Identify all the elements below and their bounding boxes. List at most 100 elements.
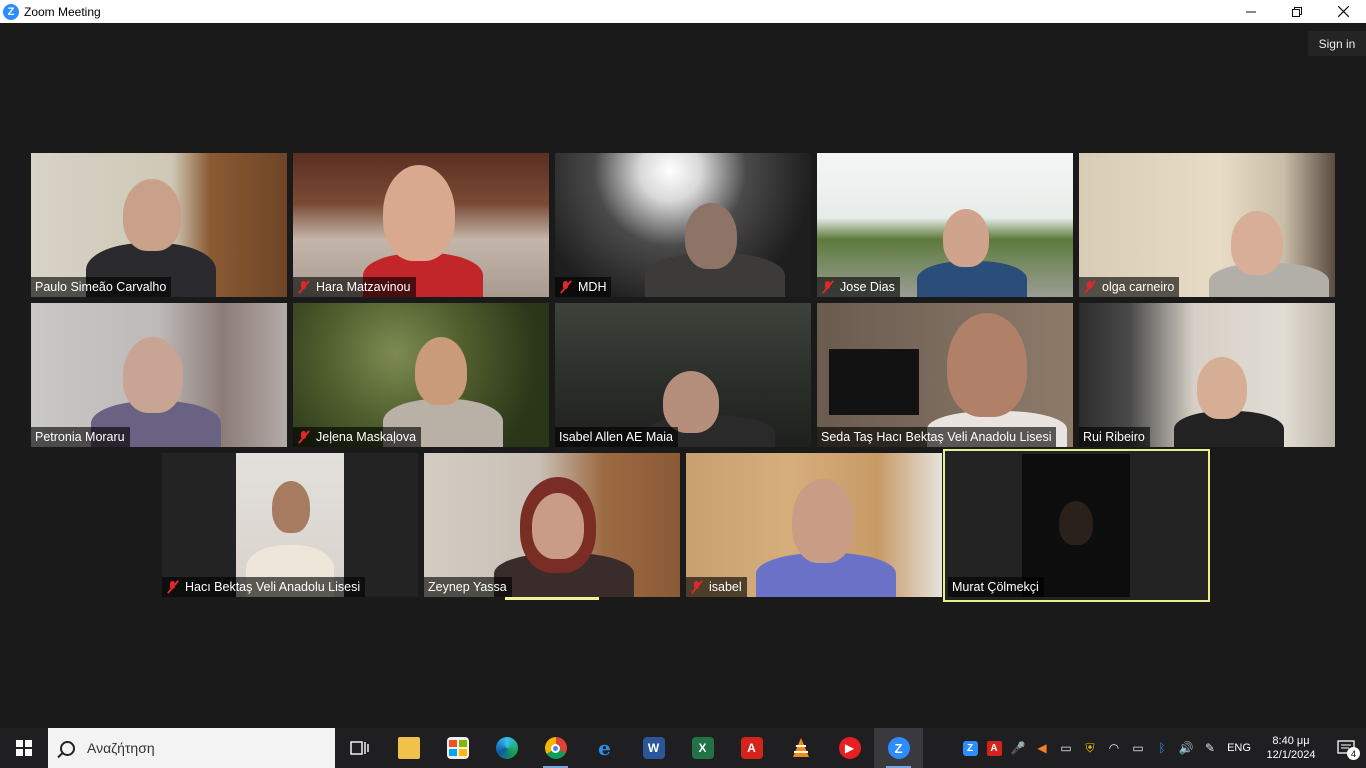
video-tile[interactable]: Jose Dias — [817, 153, 1073, 297]
close-icon — [1337, 6, 1349, 17]
participant-nameplate: isabel — [686, 577, 747, 597]
participant-name: Jose Dias — [840, 280, 895, 294]
system-tray: Z A 🎤 ◀ ▭ ⛨ ◠ ▭ ᛒ 🔊 ✎ ENG 8:40 μμ 12/1/2… — [958, 728, 1366, 768]
restore-icon — [1292, 6, 1302, 17]
acrobat-button[interactable]: A — [727, 728, 776, 768]
title-bar: Z Zoom Meeting — [0, 0, 1366, 23]
participant-nameplate: olga carneiro — [1079, 277, 1180, 297]
start-button[interactable] — [0, 728, 48, 768]
microphone-icon[interactable]: 🎤 — [1006, 728, 1030, 768]
window-controls — [1228, 0, 1366, 23]
video-tile[interactable]: Petronia Moraru — [31, 303, 287, 447]
taskbar: Αναζήτηση e W X A ▶ Z Z A 🎤 ◀ ▭ ⛨ ◠ ▭ ᛒ … — [0, 728, 1366, 768]
display-icon[interactable]: ▭ — [1054, 728, 1078, 768]
participant-name: Isabel Allen AE Maia — [559, 430, 673, 444]
pen-icon[interactable]: ✎ — [1198, 728, 1222, 768]
participant-name: Hara Matzavinou — [316, 280, 411, 294]
muted-mic-icon — [297, 430, 311, 444]
tv-screen — [829, 349, 919, 415]
video-tile[interactable]: MDH — [555, 153, 811, 297]
participant-name: Zeynep Yassa — [428, 580, 507, 594]
vlc-cone-icon — [792, 738, 809, 757]
participant-nameplate: Hacı Bektaş Veli Anadolu Lisesi — [162, 577, 366, 597]
vlc-button[interactable] — [776, 728, 825, 768]
zoom-tray-icon[interactable]: Z — [958, 728, 982, 768]
participant-nameplate: Isabel Allen AE Maia — [555, 427, 678, 447]
video-tile[interactable]: Hara Matzavinou — [293, 153, 549, 297]
muted-mic-icon — [559, 280, 573, 294]
meeting-gallery: Sign in Paulo Simeão Carvalho Hara Matza… — [0, 23, 1366, 728]
clock[interactable]: 8:40 μμ 12/1/2024 — [1256, 734, 1326, 762]
video-tile[interactable]: Hacı Bektaş Veli Anadolu Lisesi — [162, 453, 418, 597]
notification-badge: 4 — [1347, 747, 1360, 760]
excel-button[interactable]: X — [678, 728, 727, 768]
acrobat-icon: A — [740, 737, 763, 759]
participant-name: Seda Taş Hacı Bektaş Veli Anadolu Lisesi — [821, 430, 1052, 444]
participant-nameplate: Paulo Simeão Carvalho — [31, 277, 172, 297]
muted-mic-icon — [1083, 280, 1097, 294]
internet-explorer-button[interactable]: e — [580, 728, 629, 768]
file-explorer-button[interactable] — [384, 728, 433, 768]
edge-browser-button[interactable] — [482, 728, 531, 768]
play-icon: ▶ — [838, 737, 861, 759]
participant-name: isabel — [709, 580, 742, 594]
restore-button[interactable] — [1274, 0, 1320, 23]
speaking-indicator — [505, 597, 599, 600]
sign-in-button[interactable]: Sign in — [1308, 31, 1366, 56]
folder-icon — [397, 737, 420, 759]
microsoft-store-button[interactable] — [433, 728, 482, 768]
youtube-music-button[interactable]: ▶ — [825, 728, 874, 768]
video-tile[interactable]: isabel — [686, 453, 942, 597]
video-tile[interactable]: Isabel Allen AE Maia — [555, 303, 811, 447]
participant-name: Murat Çölmekçi — [952, 580, 1039, 594]
video-tile[interactable]: Rui Ribeiro — [1079, 303, 1335, 447]
chrome-icon — [544, 737, 567, 759]
video-tile[interactable]: Zeynep Yassa — [424, 453, 680, 597]
video-tile[interactable]: Jeļena Maskaļova — [293, 303, 549, 447]
word-button[interactable]: W — [629, 728, 678, 768]
muted-mic-icon — [821, 280, 835, 294]
speaker-warning-icon[interactable]: ◀ — [1030, 728, 1054, 768]
internet-explorer-icon: e — [598, 736, 611, 760]
video-tile[interactable]: Seda Taş Hacı Bektaş Veli Anadolu Lisesi — [817, 303, 1073, 447]
participant-name: Rui Ribeiro — [1083, 430, 1145, 444]
close-button[interactable] — [1320, 0, 1366, 23]
participant-name: Jeļena Maskaļova — [316, 430, 417, 444]
security-shield-icon[interactable]: ⛨ — [1078, 728, 1102, 768]
excel-icon: X — [691, 737, 714, 759]
volume-icon[interactable]: 🔊 — [1174, 728, 1198, 768]
video-tile[interactable]: olga carneiro — [1079, 153, 1335, 297]
bluetooth-icon[interactable]: ᛒ — [1150, 728, 1174, 768]
task-view-button[interactable] — [335, 728, 384, 768]
minimize-button[interactable] — [1228, 0, 1274, 23]
participant-name: Petronia Moraru — [35, 430, 125, 444]
clock-date: 12/1/2024 — [1266, 749, 1316, 761]
battery-icon[interactable]: ▭ — [1126, 728, 1150, 768]
participant-nameplate: Zeynep Yassa — [424, 577, 512, 597]
zoom-taskbar-button[interactable]: Z — [874, 728, 923, 768]
participant-name: Hacı Bektaş Veli Anadolu Lisesi — [185, 580, 361, 594]
wifi-icon[interactable]: ◠ — [1102, 728, 1126, 768]
participant-nameplate: Seda Taş Hacı Bektaş Veli Anadolu Lisesi — [817, 427, 1057, 447]
windows-logo-icon — [16, 740, 32, 756]
search-icon — [60, 740, 75, 756]
muted-mic-icon — [297, 280, 311, 294]
window-title: Zoom Meeting — [24, 4, 101, 19]
chrome-browser-button[interactable] — [531, 728, 580, 768]
store-icon — [446, 737, 469, 759]
taskbar-search[interactable]: Αναζήτηση — [48, 728, 335, 768]
zoom-icon: Z — [887, 737, 910, 759]
participant-name: Paulo Simeão Carvalho — [35, 280, 167, 294]
minimize-icon — [1246, 11, 1256, 12]
input-language[interactable]: ENG — [1222, 742, 1256, 754]
participant-nameplate: Rui Ribeiro — [1079, 427, 1150, 447]
search-placeholder: Αναζήτηση — [87, 740, 155, 756]
acrobat-tray-icon[interactable]: A — [982, 728, 1006, 768]
notification-center-button[interactable]: 4 — [1326, 728, 1366, 768]
video-tile[interactable]: Paulo Simeão Carvalho — [31, 153, 287, 297]
participant-nameplate: Petronia Moraru — [31, 427, 130, 447]
muted-mic-icon — [166, 580, 180, 594]
video-tile-active-speaker[interactable]: Murat Çölmekçi — [943, 449, 1210, 602]
participant-nameplate: Jeļena Maskaļova — [293, 427, 422, 447]
muted-mic-icon — [690, 580, 704, 594]
